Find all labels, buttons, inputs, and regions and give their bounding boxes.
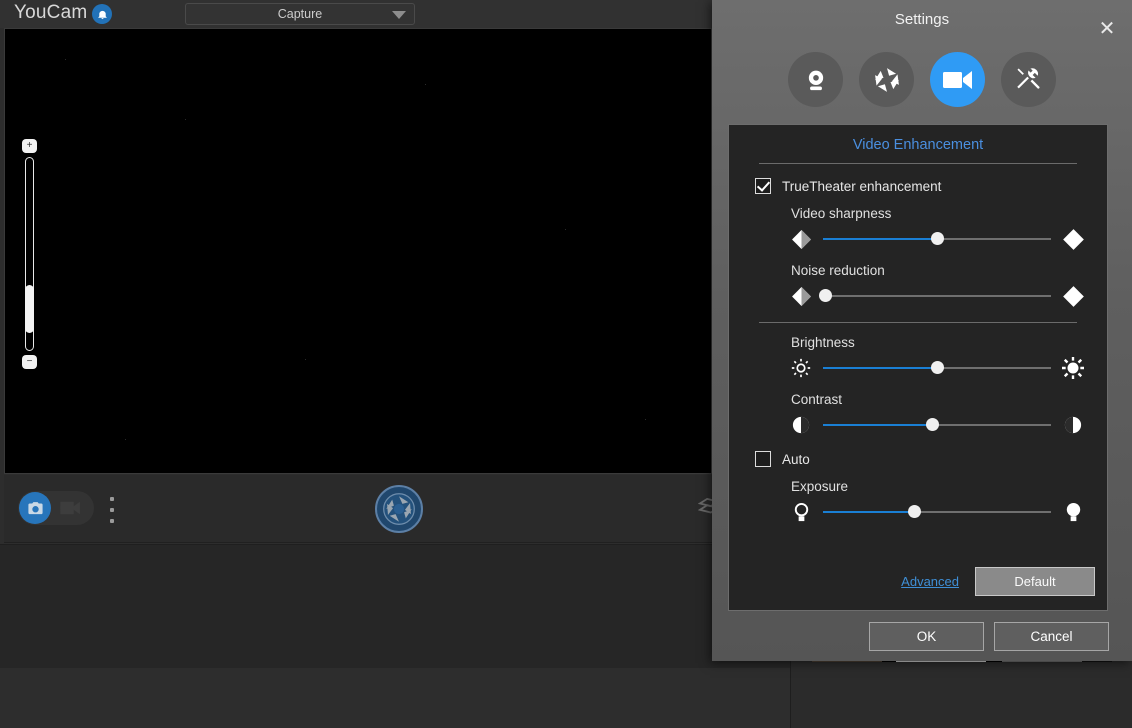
bulb-solid-icon [1059, 500, 1087, 524]
aperture-icon [873, 66, 901, 94]
video-sharpness-track[interactable] [823, 229, 1051, 249]
panel-title: Video Enhancement [729, 137, 1107, 153]
video-camera-icon[interactable] [60, 500, 82, 516]
panel-footer: Advanced Default [729, 567, 1109, 596]
capture-toolbar [4, 475, 712, 543]
capture-mode-value: Capture [278, 7, 322, 21]
brightness-knob[interactable] [931, 361, 944, 374]
video-enhancement-panel: Video Enhancement TrueTheater enhancemen… [728, 124, 1108, 611]
auto-label: Auto [782, 452, 810, 467]
contrast-slider[interactable] [787, 413, 1087, 437]
brightness-track[interactable] [823, 358, 1051, 378]
bulb-outline-icon [787, 500, 815, 524]
tools-icon [1015, 66, 1042, 93]
screen: YouCam Capture + − [0, 0, 1132, 728]
truetheater-checkbox[interactable] [755, 178, 771, 194]
footer-bar: Zoom Go [0, 668, 790, 728]
diamond-solid-icon [1059, 284, 1087, 308]
exposure-track[interactable] [823, 502, 1051, 522]
brightness-slider[interactable] [787, 356, 1087, 380]
chevron-down-icon [392, 11, 406, 19]
contrast-circle-icon [787, 413, 815, 437]
zoom-out-button[interactable]: − [22, 355, 37, 369]
settings-dialog: Settings ✕ [712, 0, 1132, 661]
shutter-button[interactable] [375, 485, 423, 533]
capture-mode-toggle[interactable] [18, 491, 94, 525]
auto-checkbox[interactable] [755, 451, 771, 467]
diamond-textured-icon [787, 284, 815, 308]
preview-zoom-slider[interactable]: + − [21, 139, 37, 369]
auto-row[interactable]: Auto [755, 451, 1107, 467]
kebab-menu-icon[interactable] [110, 497, 114, 530]
video-sharpness-knob[interactable] [931, 232, 944, 245]
noise-reduction-label: Noise reduction [791, 263, 1107, 278]
cancel-button[interactable]: Cancel [994, 622, 1109, 651]
tab-webcam[interactable] [788, 52, 843, 107]
truetheater-label: TrueTheater enhancement [782, 179, 941, 194]
bell-icon[interactable] [92, 4, 112, 24]
video-sharpness-slider[interactable] [787, 227, 1087, 251]
exposure-slider[interactable] [787, 500, 1087, 524]
noise-reduction-knob[interactable] [819, 289, 832, 302]
close-icon[interactable]: ✕ [1096, 18, 1118, 40]
divider [759, 163, 1077, 164]
diamond-solid-icon [1059, 227, 1087, 251]
tab-video[interactable] [930, 52, 985, 107]
video-camera-icon [943, 69, 973, 91]
divider [759, 322, 1077, 323]
video-sharpness-label: Video sharpness [791, 206, 1107, 221]
contrast-circle-icon [1059, 413, 1087, 437]
brightness-label: Brightness [791, 335, 1107, 350]
exposure-knob[interactable] [908, 505, 921, 518]
diamond-textured-icon [787, 227, 815, 251]
noise-reduction-track[interactable] [823, 286, 1051, 306]
default-button[interactable]: Default [975, 567, 1095, 596]
advanced-link[interactable]: Advanced [901, 574, 959, 589]
noise-reduction-slider[interactable] [787, 284, 1087, 308]
contrast-track[interactable] [823, 415, 1051, 435]
tab-capture[interactable] [859, 52, 914, 107]
camera-icon[interactable] [19, 492, 51, 524]
capture-mode-select[interactable]: Capture [185, 3, 415, 25]
aperture-icon [382, 492, 416, 526]
settings-tabs [712, 52, 1132, 110]
sun-solid-icon [1059, 356, 1087, 380]
dialog-actions: OK Cancel [712, 622, 1132, 651]
exposure-label: Exposure [791, 479, 1107, 494]
content-panel [0, 544, 790, 668]
tab-tools[interactable] [1001, 52, 1056, 107]
contrast-knob[interactable] [926, 418, 939, 431]
dialog-title: Settings [712, 11, 1132, 28]
camera-preview: + − [4, 28, 712, 474]
contrast-label: Contrast [791, 392, 1107, 407]
app-brand: YouCam [14, 2, 87, 24]
zoom-slider-thumb[interactable] [25, 285, 34, 333]
truetheater-row[interactable]: TrueTheater enhancement [755, 178, 1107, 194]
sun-outline-icon [787, 356, 815, 380]
zoom-in-button[interactable]: + [22, 139, 37, 153]
webcam-icon [803, 67, 829, 93]
ok-button[interactable]: OK [869, 622, 984, 651]
